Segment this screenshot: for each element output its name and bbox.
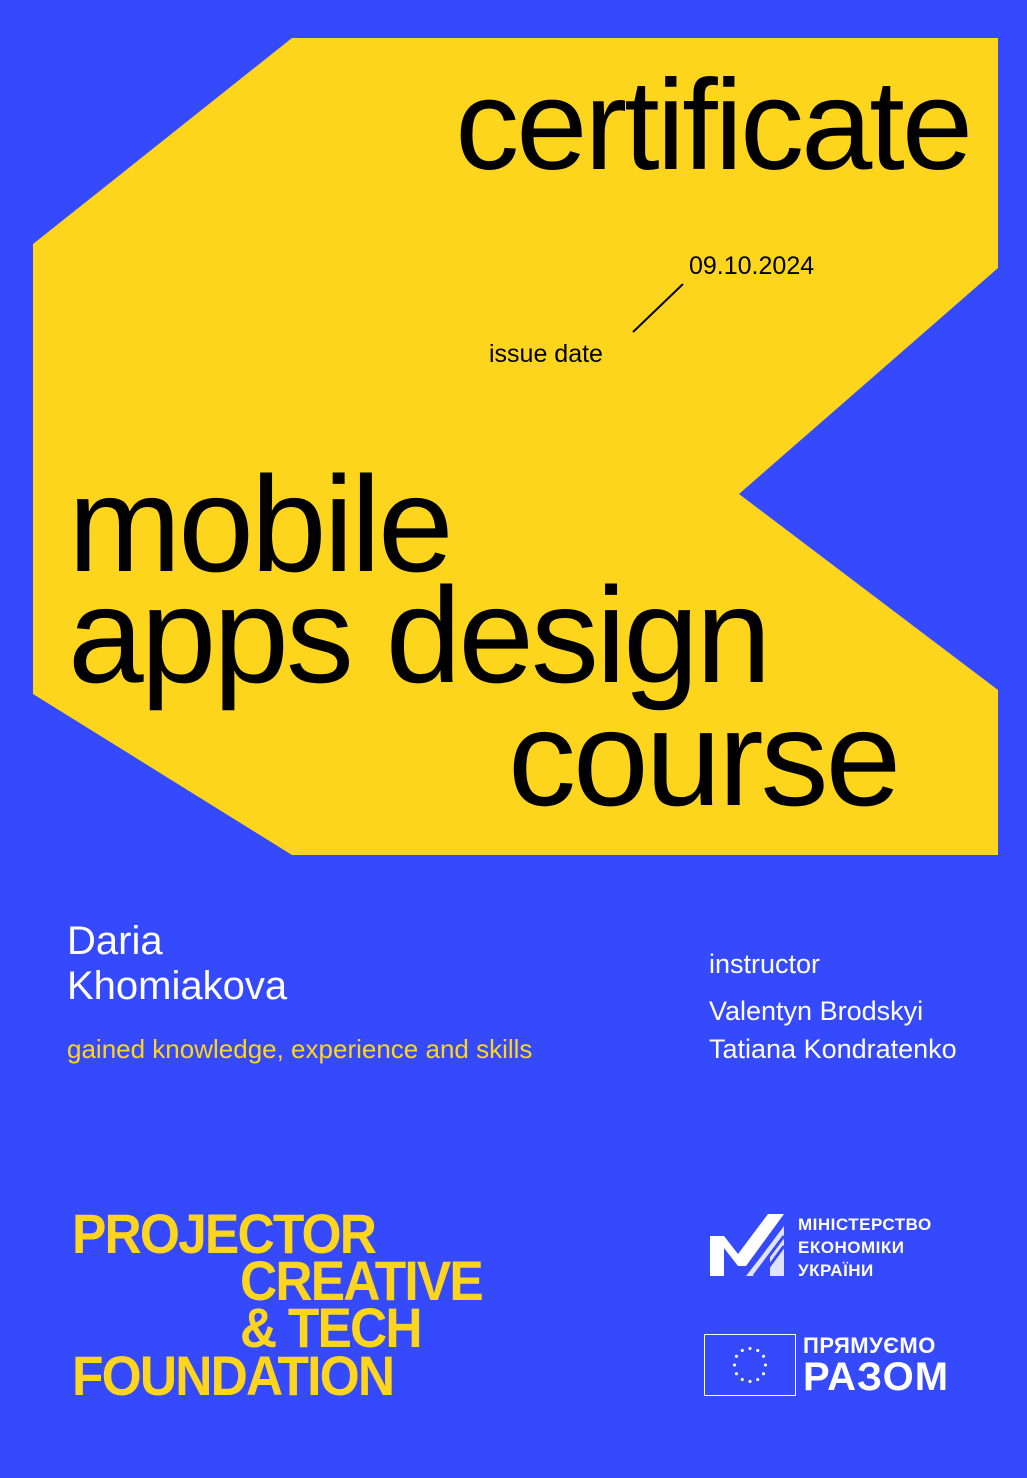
razom-logo-text: РАЗОМ (803, 1355, 950, 1399)
course-title-line-3: course (508, 682, 901, 834)
instructor-name-1: Valentyn Brodskyi (709, 996, 924, 1026)
recipient-first-name: Daria (67, 919, 163, 963)
ministry-logo-line-1: МІНІСТЕРСТВО (798, 1215, 932, 1234)
ministry-logo-line-2: ЕКОНОМІКИ (798, 1238, 905, 1257)
recipient-statement: gained knowledge, experience and skills (67, 1034, 533, 1064)
ministry-m-icon (710, 1214, 786, 1277)
recipient-last-name: Khomiakova (67, 964, 288, 1008)
eu-flag-icon (704, 1334, 796, 1396)
projector-logo-line-4: FOUNDATION (72, 1344, 395, 1407)
ministry-logo-line-3: УКРАЇНИ (798, 1261, 874, 1280)
instructor-label: instructor (709, 949, 821, 979)
instructor-name-2: Tatiana Kondratenko (709, 1034, 957, 1064)
ministry-logo-text: МІНІСТЕРСТВО ЕКОНОМІКИ УКРАЇНИ (798, 1213, 932, 1282)
issue-date-label: issue date (489, 340, 603, 368)
